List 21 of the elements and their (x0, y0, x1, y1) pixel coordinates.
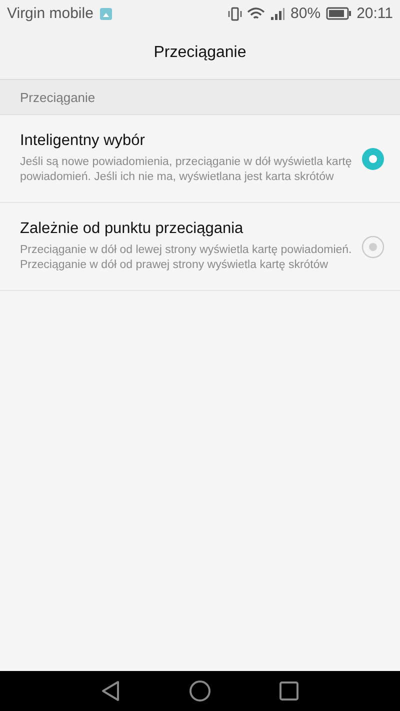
option-description: Jeśli są nowe powiadomienia, przeciąganie w dół wyświetla kartę powiadomień. Jeśli ich nie ma, wyświetlana jest karta skrótów (20, 155, 353, 185)
option-title: Inteligentny wybór (20, 132, 146, 150)
screen-title: Przeciąganie (154, 44, 246, 62)
option-description: Przeciąganie w dół od lewej strony wyświetla kartę powiadomień. Przeciąganie w dół od prawej strony wyświetla kartę skrótów (20, 243, 353, 273)
signal-icon (270, 6, 286, 20)
radio-option[interactable]: Zależnie od punktu przeciągania Przeciąganie w dół od lewej strony wyświetla kartę powiadomień. Przeciąganie w dół od prawej strony wyświetla kartę skrótów (0, 203, 400, 291)
radio-unselected[interactable] (361, 234, 385, 258)
image-icon (100, 8, 112, 20)
option-title: Zależnie od punktu przeciągania (20, 220, 244, 238)
battery-percentage: 80% (290, 5, 321, 22)
clock-time: 20:11 (356, 5, 393, 22)
back-icon[interactable] (101, 680, 121, 702)
battery-icon (326, 7, 352, 20)
wifi-icon (246, 6, 265, 20)
home-icon[interactable] (189, 680, 211, 702)
radio-selected[interactable] (361, 146, 385, 170)
carrier-name: Virgin mobile (7, 5, 94, 22)
section-header: Przeciąganie (20, 90, 96, 104)
vibrate-icon (228, 6, 242, 20)
radio-option[interactable]: Inteligentny wybór Jeśli są nowe powiadomienia, przeciąganie w dół wyświetla kartę powiadomień. Jeśli ich nie ma, wyświetlana jest karta skrótów (0, 115, 400, 203)
recent-apps-icon[interactable] (279, 681, 299, 701)
